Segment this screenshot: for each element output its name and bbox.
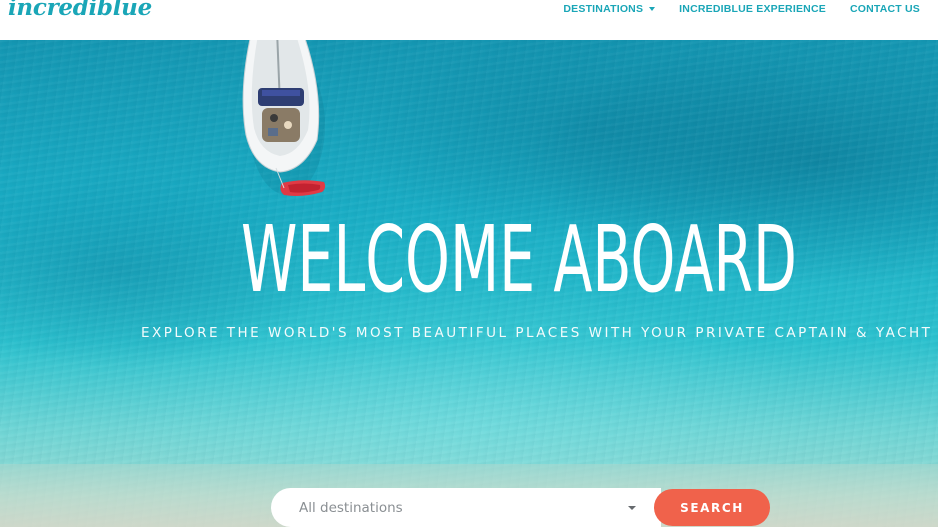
nav-item-label: CONTACT US bbox=[849, 3, 920, 15]
nav-item-incrediblue-experience[interactable]: INCREDIBLUE EXPERIENCE bbox=[667, 3, 838, 15]
hero-title: WELCOME ABOARD bbox=[241, 206, 797, 313]
nav-item-label: INCREDIBLUE EXPERIENCE bbox=[679, 3, 826, 15]
nav-item-label: DESTINATIONS bbox=[563, 3, 644, 15]
sailboat-image bbox=[242, 40, 326, 196]
top-navigation-bar: incrediblue DESTINATIONS INCREDIBLUE EXP… bbox=[0, 0, 938, 40]
nav-item-contact-us[interactable]: CONTACT US bbox=[838, 3, 932, 15]
incrediblue-logo[interactable]: incrediblue bbox=[8, 0, 152, 22]
caret-down-icon bbox=[649, 7, 656, 11]
destination-select[interactable]: All destinations bbox=[271, 488, 661, 527]
nav-item-destinations[interactable]: DESTINATIONS bbox=[551, 3, 667, 15]
search-bar: All destinations SEARCH bbox=[271, 488, 771, 527]
hero-section: WELCOME ABOARD EXPLORE THE WORLD'S MOST … bbox=[0, 40, 938, 527]
main-nav: DESTINATIONS INCREDIBLUE EXPERIENCE CONT… bbox=[551, 3, 932, 15]
hero-subtitle: EXPLORE THE WORLD'S MOST BEAUTIFUL PLACE… bbox=[141, 325, 933, 341]
search-button[interactable]: SEARCH bbox=[654, 489, 770, 526]
chevron-down-icon bbox=[628, 506, 636, 510]
destination-select-value: All destinations bbox=[299, 500, 403, 516]
page: incrediblue DESTINATIONS INCREDIBLUE EXP… bbox=[0, 0, 938, 527]
